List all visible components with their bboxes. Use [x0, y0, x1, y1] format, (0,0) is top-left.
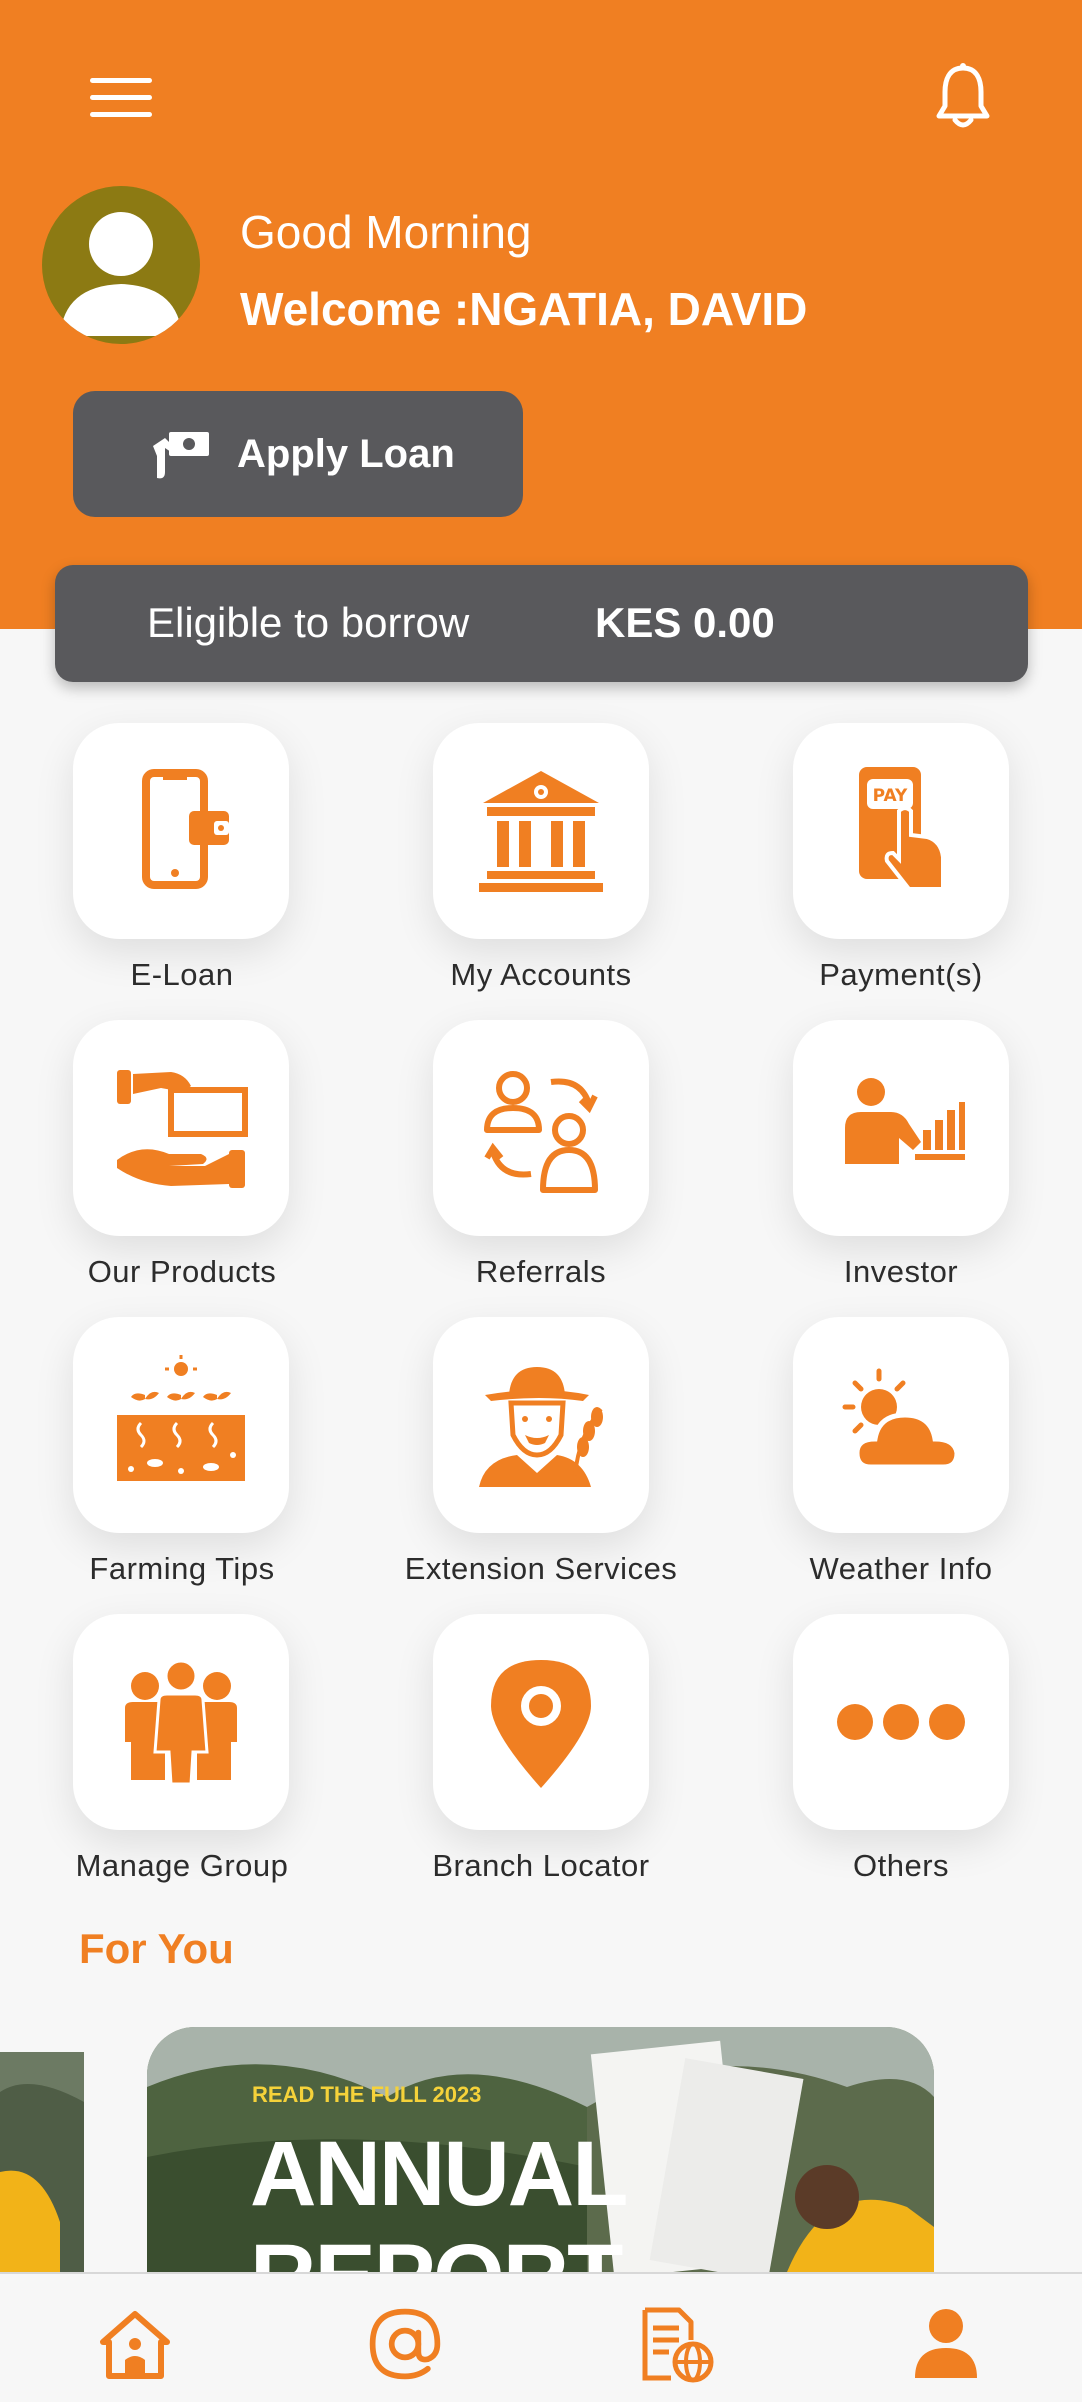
phone-wallet-icon: [142, 769, 229, 889]
extension-services-tile[interactable]: [433, 1317, 649, 1533]
tile-label: Investor: [843, 1254, 959, 1289]
nav-online-services[interactable]: [635, 2304, 715, 2384]
manage-group-tile[interactable]: [73, 1614, 289, 1830]
our-products-tile[interactable]: [73, 1020, 289, 1236]
tile-label: Farming Tips: [89, 1551, 275, 1586]
nav-contact[interactable]: [365, 2304, 445, 2384]
weather-info-tile[interactable]: [793, 1317, 1009, 1533]
bell-icon[interactable]: [935, 62, 991, 132]
tile-label: Others: [852, 1848, 950, 1883]
others-tile[interactable]: [793, 1614, 1009, 1830]
header: Good Morning Welcome :NGATIA, DAVID Appl…: [0, 0, 1082, 629]
tile-label: Manage Group: [75, 1848, 289, 1883]
banner-subtitle: READ THE FULL 2023: [252, 2082, 482, 2107]
avatar[interactable]: [42, 186, 200, 344]
web-document-icon: [642, 2307, 714, 2383]
group-icon: [125, 1659, 237, 1786]
borrow-eligibility-bar: Eligible to borrow KES 0.00: [55, 565, 1028, 682]
banner-image-partial: [0, 2052, 84, 2272]
location-pin-icon: [491, 1660, 591, 1788]
tile-label: Weather Info: [809, 1551, 993, 1586]
payments-tile[interactable]: PAY: [793, 723, 1009, 939]
banner-title-2: REPORT: [250, 2225, 623, 2272]
carousel-previous-card[interactable]: [0, 2052, 84, 2272]
referral-users-icon: [484, 1071, 598, 1193]
for-you-heading: For You: [79, 1925, 234, 1972]
apply-loan-button[interactable]: Apply Loan: [73, 391, 523, 517]
weather-icon: [842, 1368, 960, 1470]
greeting-text: Good Morning: [240, 206, 532, 258]
pay-phone-icon: PAY: [859, 767, 945, 891]
tile-label: My Accounts: [450, 957, 632, 992]
tile-label: Referrals: [475, 1254, 607, 1289]
more-dots-icon: [837, 1704, 965, 1740]
annual-report-banner[interactable]: READ THE FULL 2023 ANNUAL REPORT: [147, 2027, 934, 2272]
tile-label: Branch Locator: [432, 1848, 650, 1883]
welcome-text: Welcome :NGATIA, DAVID: [240, 283, 808, 335]
apply-loan-label: Apply Loan: [237, 431, 455, 476]
my-accounts-tile[interactable]: [433, 723, 649, 939]
tile-label: Our Products: [87, 1254, 277, 1289]
user-silhouette-icon: [60, 212, 182, 336]
e-loan-tile[interactable]: [73, 723, 289, 939]
banner-title: ANNUAL: [250, 2123, 628, 2225]
bank-icon: [479, 771, 603, 892]
cash-hand-icon: [153, 432, 209, 479]
bottom-navigation: [0, 2272, 1082, 2402]
at-icon: [369, 2308, 441, 2380]
svg-text:PAY: PAY: [873, 786, 908, 806]
home-icon: [100, 2311, 170, 2379]
hand-cash-icon: [117, 1070, 248, 1188]
tile-label: Extension Services: [404, 1551, 678, 1586]
farming-tips-tile[interactable]: [73, 1317, 289, 1533]
referrals-tile[interactable]: [433, 1020, 649, 1236]
tile-label: Payment(s): [819, 957, 983, 992]
farming-icon: [117, 1355, 245, 1481]
branch-locator-tile[interactable]: [433, 1614, 649, 1830]
nav-home[interactable]: [95, 2304, 175, 2384]
hamburger-menu-icon[interactable]: [90, 78, 156, 118]
nav-profile[interactable]: [906, 2304, 986, 2384]
profile-icon: [915, 2309, 977, 2378]
tile-label: E-Loan: [130, 957, 234, 992]
borrow-amount: KES 0.00: [595, 599, 775, 646]
investor-chart-icon: [845, 1078, 965, 1164]
investor-tile[interactable]: [793, 1020, 1009, 1236]
borrow-label: Eligible to borrow: [147, 599, 470, 646]
farmer-icon: [479, 1367, 603, 1487]
